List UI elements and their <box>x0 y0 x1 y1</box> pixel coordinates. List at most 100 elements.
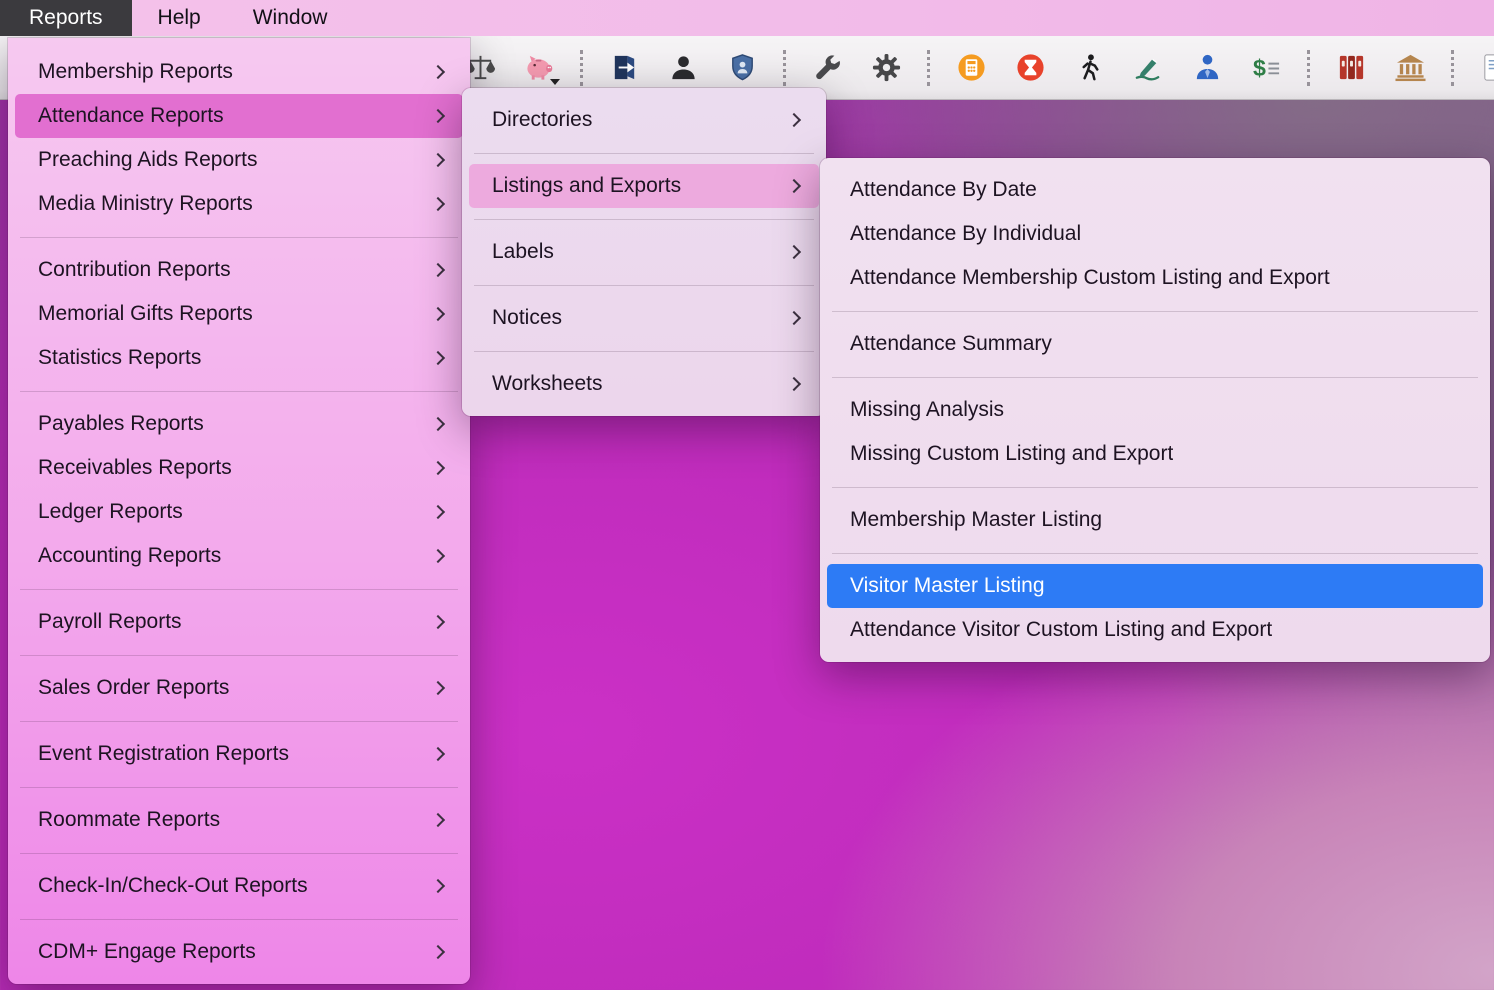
menu-item-attendance-membership-custom-listing-and-export[interactable]: Attendance Membership Custom Listing and… <box>827 256 1483 300</box>
bank-toolbar-button[interactable] <box>1388 46 1432 90</box>
chevron-right-icon <box>431 153 445 167</box>
menu-item-cdm-engage-reports[interactable]: CDM+ Engage Reports <box>15 930 463 974</box>
menu-item-contribution-reports[interactable]: Contribution Reports <box>15 248 463 292</box>
menu-separator <box>820 366 1490 388</box>
menu-separator <box>8 776 470 798</box>
menu-item-label: Worksheets <box>492 372 603 396</box>
menu-item-label: Check-In/Check-Out Reports <box>38 874 308 898</box>
menu-separator <box>8 226 470 248</box>
menu-item-ledger-reports[interactable]: Ledger Reports <box>15 490 463 534</box>
walking-person-toolbar-button[interactable] <box>1067 46 1111 90</box>
menu-separator <box>462 208 826 230</box>
menu-item-sales-order-reports[interactable]: Sales Order Reports <box>15 666 463 710</box>
menu-item-notices[interactable]: Notices <box>469 296 819 340</box>
menu-item-attendance-by-individual[interactable]: Attendance By Individual <box>827 212 1483 256</box>
menu-item-listings-and-exports[interactable]: Listings and Exports <box>469 164 819 208</box>
chevron-right-icon <box>431 549 445 563</box>
listings-and-exports-submenu: Attendance By Date Attendance By Individ… <box>820 158 1490 662</box>
document-icon <box>1480 52 1494 83</box>
menu-item-visitor-master-listing[interactable]: Visitor Master Listing <box>827 564 1483 608</box>
menu-item-label: Missing Custom Listing and Export <box>850 442 1173 466</box>
menubar-item-help[interactable]: Help <box>132 0 227 36</box>
menu-item-check-in-check-out-reports[interactable]: Check-In/Check-Out Reports <box>15 864 463 908</box>
menu-item-statistics-reports[interactable]: Statistics Reports <box>15 336 463 380</box>
signature-pen-toolbar-button[interactable] <box>1126 46 1170 90</box>
chevron-right-icon <box>787 179 801 193</box>
menubar-item-reports[interactable]: Reports <box>0 0 132 36</box>
shield-toolbar-button[interactable] <box>720 46 764 90</box>
money-toolbar-button[interactable]: $ <box>1244 46 1288 90</box>
menu-separator <box>820 542 1490 564</box>
menu-item-label: Attendance By Date <box>850 178 1037 202</box>
door-exit-toolbar-button[interactable] <box>602 46 646 90</box>
menu-separator <box>8 380 470 402</box>
menu-separator <box>8 578 470 600</box>
menu-separator <box>8 710 470 732</box>
menu-item-missing-analysis[interactable]: Missing Analysis <box>827 388 1483 432</box>
menu-separator <box>462 274 826 296</box>
menu-item-attendance-summary[interactable]: Attendance Summary <box>827 322 1483 366</box>
hourglass-toolbar-button[interactable] <box>1008 46 1052 90</box>
menu-item-membership-reports[interactable]: Membership Reports <box>15 50 463 94</box>
menu-item-attendance-reports[interactable]: Attendance Reports <box>15 94 463 138</box>
menu-item-label: Visitor Master Listing <box>850 574 1045 598</box>
shield-icon <box>727 52 758 83</box>
menu-item-label: Roommate Reports <box>38 808 220 832</box>
calculator-toolbar-button[interactable] <box>949 46 993 90</box>
menu-item-attendance-visitor-custom-listing-and-export[interactable]: Attendance Visitor Custom Listing and Ex… <box>827 608 1483 652</box>
menu-separator <box>8 908 470 930</box>
dropdown-caret-icon <box>550 79 560 85</box>
wrench-toolbar-button[interactable] <box>805 46 849 90</box>
menu-item-label: Attendance Visitor Custom Listing and Ex… <box>850 618 1272 642</box>
menu-item-memorial-gifts-reports[interactable]: Memorial Gifts Reports <box>15 292 463 336</box>
menu-item-labels[interactable]: Labels <box>469 230 819 274</box>
menu-item-label: Contribution Reports <box>38 258 231 282</box>
reports-menu: Membership Reports Attendance Reports Pr… <box>8 38 470 984</box>
menu-item-label: Receivables Reports <box>38 456 232 480</box>
chevron-right-icon <box>431 461 445 475</box>
menu-item-label: Statistics Reports <box>38 346 201 370</box>
menu-item-missing-custom-listing-and-export[interactable]: Missing Custom Listing and Export <box>827 432 1483 476</box>
document-toolbar-button[interactable] <box>1473 46 1494 90</box>
menu-item-directories[interactable]: Directories <box>469 98 819 142</box>
menu-item-label: Payroll Reports <box>38 610 182 634</box>
menu-item-media-ministry-reports[interactable]: Media Ministry Reports <box>15 182 463 226</box>
menu-item-preaching-aids-reports[interactable]: Preaching Aids Reports <box>15 138 463 182</box>
chevron-right-icon <box>431 747 445 761</box>
menu-item-label: Membership Reports <box>38 60 233 84</box>
menu-item-receivables-reports[interactable]: Receivables Reports <box>15 446 463 490</box>
menu-item-label: CDM+ Engage Reports <box>38 940 256 964</box>
menu-item-worksheets[interactable]: Worksheets <box>469 362 819 406</box>
bank-icon <box>1395 52 1426 83</box>
binders-toolbar-button[interactable] <box>1329 46 1373 90</box>
menu-item-attendance-by-date[interactable]: Attendance By Date <box>827 168 1483 212</box>
piggy-bank-toolbar-button[interactable] <box>517 46 561 90</box>
menu-item-roommate-reports[interactable]: Roommate Reports <box>15 798 463 842</box>
chevron-right-icon <box>431 197 445 211</box>
toolbar-separator <box>927 50 930 86</box>
gear-toolbar-button[interactable] <box>864 46 908 90</box>
chevron-right-icon <box>787 377 801 391</box>
menu-item-accounting-reports[interactable]: Accounting Reports <box>15 534 463 578</box>
menu-item-payables-reports[interactable]: Payables Reports <box>15 402 463 446</box>
person-toolbar-button[interactable] <box>661 46 705 90</box>
chevron-right-icon <box>431 109 445 123</box>
menu-item-membership-master-listing[interactable]: Membership Master Listing <box>827 498 1483 542</box>
chevron-right-icon <box>431 505 445 519</box>
toolbar-separator <box>783 50 786 86</box>
signature-pen-icon <box>1133 52 1164 83</box>
menu-item-label: Attendance Membership Custom Listing and… <box>850 266 1330 290</box>
menu-item-payroll-reports[interactable]: Payroll Reports <box>15 600 463 644</box>
menu-item-event-registration-reports[interactable]: Event Registration Reports <box>15 732 463 776</box>
person-tie-toolbar-button[interactable] <box>1185 46 1229 90</box>
menu-separator <box>8 644 470 666</box>
money-icon: $ <box>1251 52 1282 83</box>
menu-item-label: Listings and Exports <box>492 174 681 198</box>
menu-item-label: Notices <box>492 306 562 330</box>
person-tie-icon <box>1192 52 1223 83</box>
menubar-item-window[interactable]: Window <box>227 0 354 36</box>
chevron-right-icon <box>431 681 445 695</box>
chevron-right-icon <box>431 615 445 629</box>
menu-item-label: Ledger Reports <box>38 500 183 524</box>
menu-item-label: Payables Reports <box>38 412 204 436</box>
